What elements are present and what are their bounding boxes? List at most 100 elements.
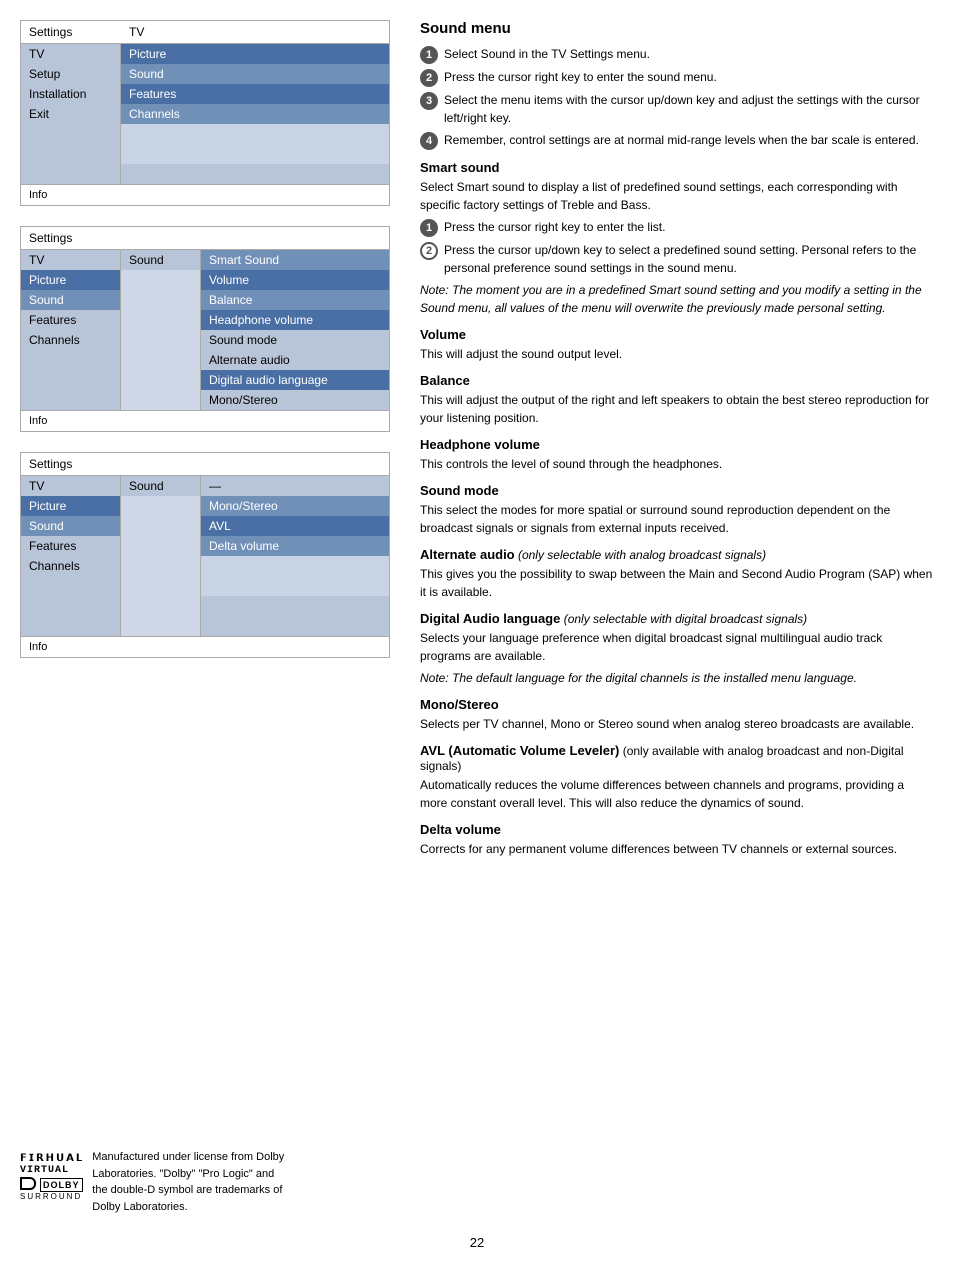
step-2: 2 Press the cursor right key to enter th… (420, 68, 934, 87)
panel3-col1-channels[interactable]: Channels (21, 556, 120, 576)
panel2-footer: Info (21, 410, 389, 431)
panel1-col1-empty2 (21, 144, 120, 164)
page: Settings TV TV Setup Installation Exit P… (0, 0, 954, 1235)
panel3-col1-picture[interactable]: Picture (21, 496, 120, 516)
step4-text: Remember, control settings are at normal… (444, 131, 934, 149)
panel1-col1-empty3 (21, 164, 120, 184)
panel3-col1-tv[interactable]: TV (21, 476, 120, 496)
digital-audio-note: Note: The default language for the digit… (420, 669, 934, 687)
section-avl: AVL (Automatic Volume Leveler) (only ava… (420, 743, 934, 773)
smart-step1-badge: 1 (420, 219, 438, 237)
panel2-col3-digitalaudio[interactable]: Digital audio language (201, 370, 389, 390)
smart-step2-badge: 2 (420, 242, 438, 260)
step-4: 4 Remember, control settings are at norm… (420, 131, 934, 150)
panel3-footer: Info (21, 636, 389, 657)
panel2-col1-sound[interactable]: Sound (21, 290, 120, 310)
page-number: 22 (0, 1235, 954, 1265)
panel2-col3-volume[interactable]: Volume (201, 270, 389, 290)
panel2-col3-smartsound[interactable]: Smart Sound (201, 250, 389, 270)
panel3-col3-dash[interactable]: — (201, 476, 389, 496)
panel2-col3-monostereo[interactable]: Mono/Stereo (201, 390, 389, 410)
digital-audio-suffix: (only selectable with digital broadcast … (560, 612, 807, 626)
panel2-col1-empty2 (21, 370, 120, 390)
panel2-col3-altaudio[interactable]: Alternate audio (201, 350, 389, 370)
smart-step-1: 1 Press the cursor right key to enter th… (420, 218, 934, 237)
smart-sound-note: Note: The moment you are in a predefined… (420, 281, 934, 317)
panel2-col1-empty3 (21, 390, 120, 410)
panel3-col3-empty4 (201, 616, 389, 636)
step1-text: Select Sound in the TV Settings menu. (444, 45, 934, 63)
panel3-col3-empty2 (201, 576, 389, 596)
panel2-col3-balance[interactable]: Balance (201, 290, 389, 310)
panel3-col3-avl[interactable]: AVL (201, 516, 389, 536)
section-smart-sound: Smart sound (420, 160, 934, 175)
sound-mode-body: This select the modes for more spatial o… (420, 501, 934, 537)
left-column: Settings TV TV Setup Installation Exit P… (20, 20, 390, 1215)
panel1-col1-empty1 (21, 124, 120, 144)
panel2-col3-headphone[interactable]: Headphone volume (201, 310, 389, 330)
digital-audio-title: Digital Audio language (420, 611, 560, 626)
step2-badge: 2 (420, 69, 438, 87)
balance-body: This will adjust the output of the right… (420, 391, 934, 427)
panel3-col3-monostereo[interactable]: Mono/Stereo (201, 496, 389, 516)
step3-badge: 3 (420, 92, 438, 110)
section-balance: Balance (420, 373, 934, 388)
panel2-col1-features[interactable]: Features (21, 310, 120, 330)
alternate-audio-body: This gives you the possibility to swap b… (420, 565, 934, 601)
panel1-col1-installation[interactable]: Installation (21, 84, 120, 104)
panel-1: Settings TV TV Setup Installation Exit P… (20, 20, 390, 206)
alternate-audio-suffix: (only selectable with analog broadcast s… (515, 548, 766, 562)
dolby-symbols: DOLBY (20, 1176, 83, 1191)
section-digital-audio: Digital Audio language (only selectable … (420, 611, 934, 626)
step3-text: Select the menu items with the cursor up… (444, 91, 934, 127)
panel1-col1-tv[interactable]: TV (21, 44, 120, 64)
panel3-col3-empty3 (201, 596, 389, 616)
section-alternate-audio: Alternate audio (only selectable with an… (420, 547, 934, 562)
step-3: 3 Select the menu items with the cursor … (420, 91, 934, 127)
section-mono-stereo: Mono/Stereo (420, 697, 934, 712)
dolby-footer-text: Manufactured under license from Dolby La… (92, 1149, 284, 1215)
panel2-col1-empty1 (21, 350, 120, 370)
panel-2: Settings TV Picture Sound Features Chann… (20, 226, 390, 432)
smart-step2-text: Press the cursor up/down key to select a… (444, 241, 934, 277)
delta-volume-body: Corrects for any permanent volume differ… (420, 840, 934, 858)
panel1-col2-features[interactable]: Features (121, 84, 389, 104)
panel2-header-settings: Settings (21, 227, 121, 249)
virtual-surround-label: VIRTUAL (20, 1165, 69, 1176)
panel3-col3-deltavolume[interactable]: Delta volume (201, 536, 389, 556)
section-headphone-volume: Headphone volume (420, 437, 934, 452)
main-title: Sound menu (420, 20, 934, 37)
panel3-col3-empty1 (201, 556, 389, 576)
panel2-col1-picture[interactable]: Picture (21, 270, 120, 290)
panel2-col1-tv[interactable]: TV (21, 250, 120, 270)
smart-step1-text: Press the cursor right key to enter the … (444, 218, 934, 236)
step-1: 1 Select Sound in the TV Settings menu. (420, 45, 934, 64)
panel1-col2-empty2 (121, 144, 389, 164)
panel3-col1-features[interactable]: Features (21, 536, 120, 556)
panel1-col1-setup[interactable]: Setup (21, 64, 120, 84)
panel1-col2-picture[interactable]: Picture (121, 44, 389, 64)
alternate-audio-title: Alternate audio (420, 547, 515, 562)
panel3-col1-sound[interactable]: Sound (21, 516, 120, 536)
surround-label: SURROUND (20, 1192, 82, 1201)
panel1-col2-channels[interactable]: Channels (121, 104, 389, 124)
step2-text: Press the cursor right key to enter the … (444, 68, 934, 86)
smart-sound-body: Select Smart sound to display a list of … (420, 178, 934, 214)
section-volume: Volume (420, 327, 934, 342)
footer-logos: 𝗙𝗜𝗥𝗛𝗨𝗔𝗟 VIRTUAL DOLBY SURROUND Manufactu… (20, 1129, 390, 1215)
panel1-col2-sound[interactable]: Sound (121, 64, 389, 84)
section-delta-volume: Delta volume (420, 822, 934, 837)
volume-body: This will adjust the sound output level. (420, 345, 934, 363)
smart-step-2: 2 Press the cursor up/down key to select… (420, 241, 934, 277)
panel2-col1-channels[interactable]: Channels (21, 330, 120, 350)
panel3-col1-empty2 (21, 596, 120, 616)
panel2-col3-soundmode[interactable]: Sound mode (201, 330, 389, 350)
panel1-header-settings: Settings (21, 21, 121, 43)
panel3-header-settings: Settings (21, 453, 121, 475)
panel1-col2-empty3 (121, 164, 389, 184)
step4-badge: 4 (420, 132, 438, 150)
mono-stereo-body: Selects per TV channel, Mono or Stereo s… (420, 715, 934, 733)
panel2-header-tvsound (121, 227, 389, 249)
avl-title: AVL (Automatic Volume Leveler) (420, 743, 619, 758)
panel1-col1-exit[interactable]: Exit (21, 104, 120, 124)
